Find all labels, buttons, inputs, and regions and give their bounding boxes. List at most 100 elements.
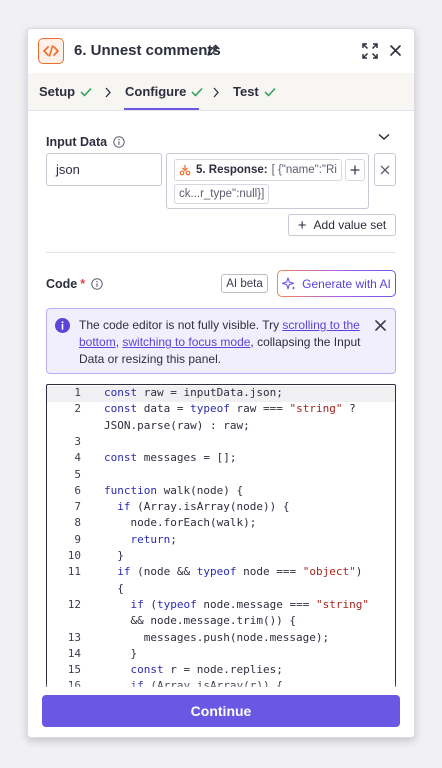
code-text: node.forEach(walk); (104, 516, 257, 530)
add-value-set-button[interactable]: + Add value set (288, 214, 396, 236)
line-number: 7 (74, 500, 81, 514)
code-line[interactable]: 4 const messages = []; (47, 451, 395, 467)
info-icon[interactable] (91, 278, 103, 290)
mapped-field-pill[interactable]: 5. Response: [ {"name":"Ri (174, 159, 342, 181)
generate-with-ai-button[interactable]: Generate with AI (277, 270, 396, 297)
info-filled-icon (55, 318, 70, 333)
code-line[interactable]: 12 if (typeof node.message === "string" (47, 597, 395, 614)
tab-test-label: Test (233, 84, 259, 99)
divider (46, 252, 396, 253)
close-icon[interactable] (375, 320, 386, 331)
tab-configure[interactable]: Configure (125, 84, 203, 99)
code-text: function walk(node) { (104, 483, 244, 497)
code-text: if (Array.isArray(node)) { (117, 500, 290, 514)
code-text: return; (130, 532, 177, 546)
plus-icon: + (297, 216, 307, 234)
code-text: } (104, 646, 138, 660)
chevron-down-icon[interactable] (378, 133, 390, 141)
remove-value-button[interactable] (374, 153, 396, 186)
code-line[interactable]: 6 function walk(node) { (47, 483, 395, 500)
ai-beta-badge: AI beta (221, 274, 268, 293)
required-mark: * (80, 277, 86, 291)
generate-with-ai-label: Generate with AI (302, 276, 391, 291)
line-number: 1 (74, 386, 81, 399)
code-text: messages.push(node.message); (104, 630, 330, 644)
tab-setup-label: Setup (39, 84, 76, 99)
code-line[interactable]: 5 (47, 467, 395, 484)
code-line[interactable]: 9 return; (47, 532, 395, 549)
code-editor[interactable]: 1 const raw = inputData.json; 2 const data … (46, 384, 396, 694)
info-icon[interactable] (113, 136, 125, 148)
panel-header: 6. Unnest comments (28, 29, 414, 73)
close-icon[interactable] (389, 44, 402, 57)
code-line[interactable]: { (47, 581, 395, 598)
input-data-value-field[interactable]: 5. Response: [ {"name":"Ri ck...r_type":… (166, 153, 369, 209)
code-text: const r = node.replies; (130, 663, 283, 677)
line-number: 2 (74, 402, 81, 416)
line-number: 4 (74, 451, 81, 465)
code-text: { (104, 581, 124, 595)
pill-value: [ {"name":"Ri (271, 164, 337, 176)
line-number: 3 (74, 434, 81, 448)
code-label: Code * (46, 277, 103, 291)
step-title: 6. Unnest comments (74, 42, 221, 59)
code-label-text: Code (46, 277, 78, 291)
tab-test[interactable]: Test (233, 84, 276, 99)
code-line[interactable]: 1 const raw = inputData.json; (47, 386, 395, 402)
check-icon (264, 87, 276, 97)
line-number: 9 (74, 532, 81, 546)
mapped-field-pill-continued[interactable]: ck...r_type":null}] (174, 184, 270, 204)
pill-label: 5. Response: (196, 164, 268, 176)
panel-footer: Continue (28, 687, 414, 737)
line-number: 5 (74, 467, 81, 481)
code-text: JSON.parse(raw) : raw; (104, 418, 250, 432)
code-text: const messages = []; (104, 451, 237, 465)
banner-message: The code editor is not fully visible. Tr… (79, 317, 364, 368)
code-line[interactable]: JSON.parse(raw) : raw; (47, 418, 395, 435)
insert-data-button[interactable] (345, 159, 365, 181)
editor-visibility-banner: The code editor is not fully visible. Tr… (46, 308, 396, 374)
add-value-set-label: Add value set (313, 218, 387, 232)
code-line[interactable]: 10 } (47, 549, 395, 565)
line-number: 10 (67, 549, 81, 562)
code-text: if (node && typeof node === "object") (117, 565, 363, 579)
zapier-app-icon (179, 165, 191, 176)
chevron-right-icon (213, 87, 219, 98)
chevron-right-icon (105, 87, 111, 98)
pencil-icon[interactable] (206, 43, 220, 57)
step-tabs: Setup Configure Test (28, 73, 414, 111)
line-number: 15 (67, 663, 81, 677)
code-text: if (typeof node.message === "string" (130, 597, 369, 611)
banner-text-1: The code editor is not fully visible. Tr… (79, 318, 283, 332)
check-icon (80, 87, 92, 97)
line-number: 11 (67, 565, 81, 579)
code-line[interactable]: 2 const data = typeof raw === "string" ? (47, 402, 395, 418)
code-line[interactable]: 8 node.forEach(walk); (47, 516, 395, 532)
code-line[interactable]: 15 const r = node.replies; (47, 663, 395, 679)
code-text: } (104, 549, 124, 562)
line-number: 14 (67, 646, 81, 660)
step-editor-panel: 6. Unnest comments Setup Configure Test … (27, 28, 415, 738)
code-line[interactable]: && node.message.trim()) { (47, 614, 395, 630)
focus-mode-link[interactable]: switching to focus mode (122, 335, 250, 349)
code-line[interactable]: 13 messages.push(node.message); (47, 630, 395, 647)
plus-icon (350, 165, 360, 175)
active-tab-indicator (124, 108, 199, 110)
tab-configure-label: Configure (125, 84, 187, 99)
tab-setup[interactable]: Setup (39, 84, 92, 99)
input-data-label: Input Data (46, 135, 125, 149)
continue-button[interactable]: Continue (42, 695, 400, 727)
line-number: 13 (67, 630, 81, 644)
line-number: 12 (67, 597, 81, 611)
code-line[interactable]: 11 if (node && typeof node === "object") (47, 565, 395, 581)
code-text: const raw = inputData.json; (104, 386, 283, 399)
code-line[interactable]: 3 (47, 434, 395, 451)
close-icon (380, 165, 390, 174)
code-line[interactable]: 7 if (Array.isArray(node)) { (47, 500, 395, 516)
code-line[interactable]: 14 } (47, 646, 395, 663)
check-icon (191, 87, 203, 97)
line-number: 6 (74, 483, 81, 497)
expand-icon[interactable] (362, 43, 378, 59)
input-data-key-field[interactable]: json (46, 153, 162, 186)
sparkle-icon (282, 276, 296, 290)
